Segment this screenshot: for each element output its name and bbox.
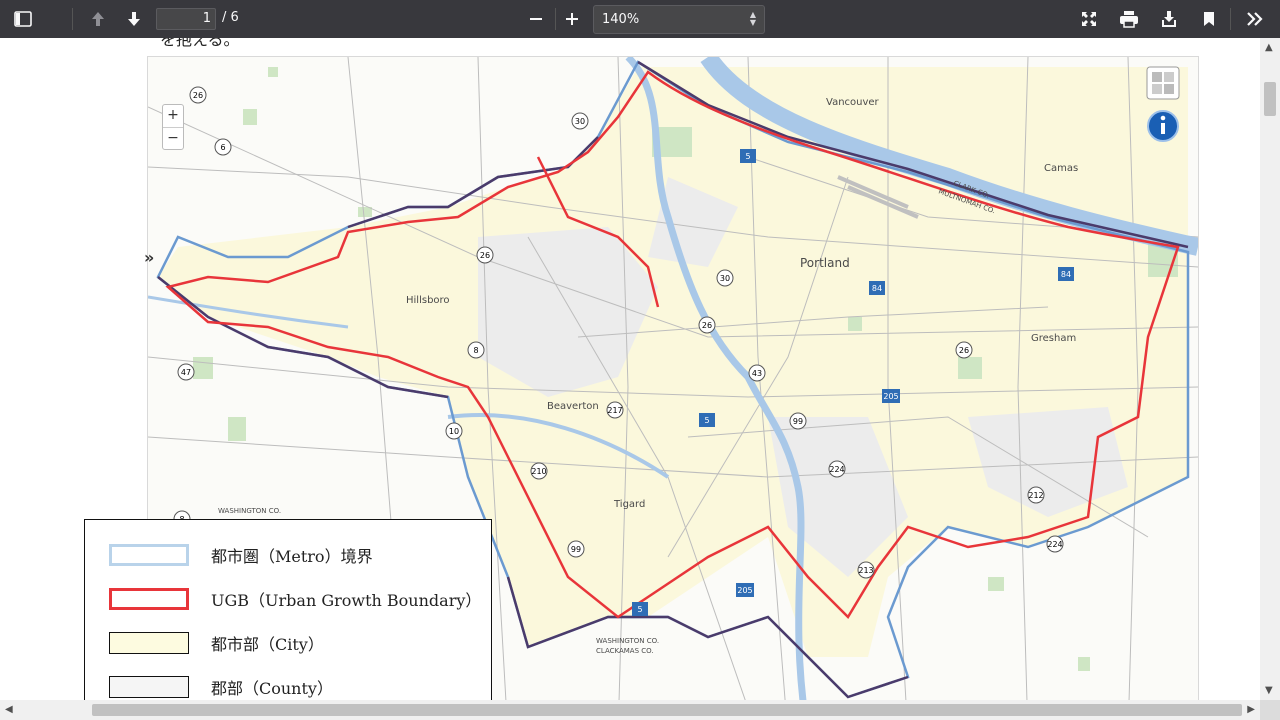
legend-label-ugb: UGB（Urban Growth Boundary）	[211, 591, 482, 610]
highway-shield-label: 205	[737, 586, 752, 595]
county-label-washington: WASHINGTON CO.	[218, 507, 281, 515]
layers-control-icon[interactable]	[1146, 66, 1180, 100]
zoom-out-button[interactable]	[522, 4, 550, 34]
horizontal-scroll-thumb[interactable]	[92, 704, 1242, 716]
legend-label-metro: 都市圏（Metro）境界	[211, 547, 373, 566]
bookmark-icon	[1204, 12, 1214, 26]
highway-shield-label: 26	[480, 251, 490, 260]
vertical-scroll-thumb[interactable]	[1264, 82, 1276, 116]
sidebar-toggle-button[interactable]	[8, 4, 38, 34]
zoom-select[interactable]: 140% ▲ ▼	[593, 5, 765, 34]
scrollbar-corner	[1260, 700, 1280, 720]
highway-shield-label: 217	[607, 406, 622, 415]
scroll-right-icon[interactable]: ▶	[1247, 704, 1255, 715]
highway-shield-label: 10	[449, 427, 459, 436]
print-button[interactable]	[1115, 4, 1143, 34]
plus-icon	[566, 13, 578, 25]
county-label-washington: WASHINGTON CO.	[596, 637, 659, 645]
scroll-down-icon[interactable]: ▼	[1265, 685, 1273, 696]
fullscreen-icon	[1082, 12, 1096, 26]
place-label-camas: Camas	[1044, 163, 1078, 174]
arrow-up-icon	[92, 12, 104, 26]
highway-shield-label: 6	[220, 143, 225, 152]
highway-shield-label: 224	[829, 465, 844, 474]
place-label-hillsboro: Hillsboro	[406, 295, 450, 306]
document-text-line: を抱える。	[160, 38, 240, 49]
scroll-up-icon[interactable]: ▲	[1265, 42, 1273, 53]
legend-swatch-county	[109, 676, 189, 698]
place-label-beaverton: Beaverton	[547, 401, 599, 412]
legend-label-city: 都市部（City）	[211, 635, 324, 654]
highway-shield-label: 5	[704, 416, 709, 425]
highway-shield-label: 26	[193, 91, 203, 100]
highway-shield-label: 30	[575, 117, 585, 126]
bookmark-button[interactable]	[1195, 4, 1223, 34]
download-icon	[1162, 11, 1176, 27]
info-icon[interactable]	[1147, 110, 1179, 142]
highway-shield-label: 210	[531, 467, 546, 476]
legend-label-county: 郡部（County）	[211, 679, 333, 698]
toolbar-separator	[72, 8, 73, 30]
highway-shield-label: 43	[752, 369, 762, 378]
previous-page-button[interactable]	[84, 4, 112, 34]
county-label-clackamas: CLACKAMAS CO.	[596, 647, 654, 655]
page-number-input[interactable]: 1	[156, 8, 216, 30]
map-zoom-control: + −	[162, 104, 184, 150]
download-button[interactable]	[1155, 4, 1183, 34]
legend-item-county: 郡部（County）	[109, 674, 333, 700]
highway-shield-label: 5	[745, 152, 750, 161]
select-arrows-icon: ▲ ▼	[749, 10, 756, 27]
highway-shield-label: 26	[959, 346, 969, 355]
zoom-value: 140%	[602, 12, 640, 27]
arrow-down-icon	[128, 12, 140, 26]
highway-shield-label: 8	[473, 346, 478, 355]
map-zoom-in-button[interactable]: +	[163, 105, 183, 127]
printer-icon	[1120, 11, 1138, 28]
legend-item-city: 都市部（City）	[109, 630, 324, 656]
highway-shield-label: 212	[1028, 491, 1043, 500]
minus-icon	[530, 18, 542, 20]
vertical-scrollbar[interactable]: ▲ ▼	[1260, 38, 1280, 700]
place-label-portland: Portland	[800, 256, 850, 270]
toolbar-separator	[555, 8, 556, 30]
document-viewer: を抱える。 Vancouver Camas Portland Hillsboro…	[0, 38, 1280, 720]
highway-shield-label: 205	[883, 392, 898, 401]
pdf-toolbar: 1 / 6 140% ▲ ▼	[0, 0, 1280, 38]
highway-shield-label: 47	[181, 368, 191, 377]
double-chevron-right-icon	[1247, 12, 1263, 26]
horizontal-scrollbar[interactable]: ◀ ▶	[0, 700, 1260, 720]
highway-shield-label: 99	[571, 545, 581, 554]
map-legend: 都市圏（Metro）境界 UGB（Urban Growth Boundary） …	[84, 519, 492, 720]
highway-shield-label: 213	[858, 566, 873, 575]
sidebar-toggle-icon	[14, 11, 32, 27]
map-zoom-out-button[interactable]: −	[163, 127, 183, 150]
expand-panel-icon[interactable]: »	[144, 248, 154, 267]
legend-item-ugb: UGB（Urban Growth Boundary）	[109, 586, 481, 612]
tools-menu-button[interactable]	[1240, 4, 1270, 34]
highway-shield-label: 224	[1047, 540, 1062, 549]
page-total-label: / 6	[222, 10, 239, 25]
scroll-left-icon[interactable]: ◀	[5, 704, 13, 715]
highway-shield-label: 84	[872, 284, 882, 293]
highway-shield-label: 30	[720, 274, 730, 283]
highway-shield-label: 26	[702, 321, 712, 330]
legend-swatch-city	[109, 632, 189, 654]
legend-swatch-metro	[109, 544, 189, 566]
highway-shield-label: 84	[1061, 270, 1071, 279]
legend-item-metro: 都市圏（Metro）境界	[109, 542, 373, 568]
toolbar-separator	[1230, 8, 1231, 30]
presentation-mode-button[interactable]	[1075, 4, 1103, 34]
zoom-in-button[interactable]	[558, 4, 586, 34]
highway-shield-label: 99	[793, 417, 803, 426]
highway-shield-label: 5	[637, 605, 642, 614]
next-page-button[interactable]	[120, 4, 148, 34]
place-label-gresham: Gresham	[1031, 333, 1076, 344]
place-label-vancouver: Vancouver	[826, 97, 880, 108]
place-label-tigard: Tigard	[613, 499, 645, 510]
legend-swatch-ugb	[109, 588, 189, 610]
